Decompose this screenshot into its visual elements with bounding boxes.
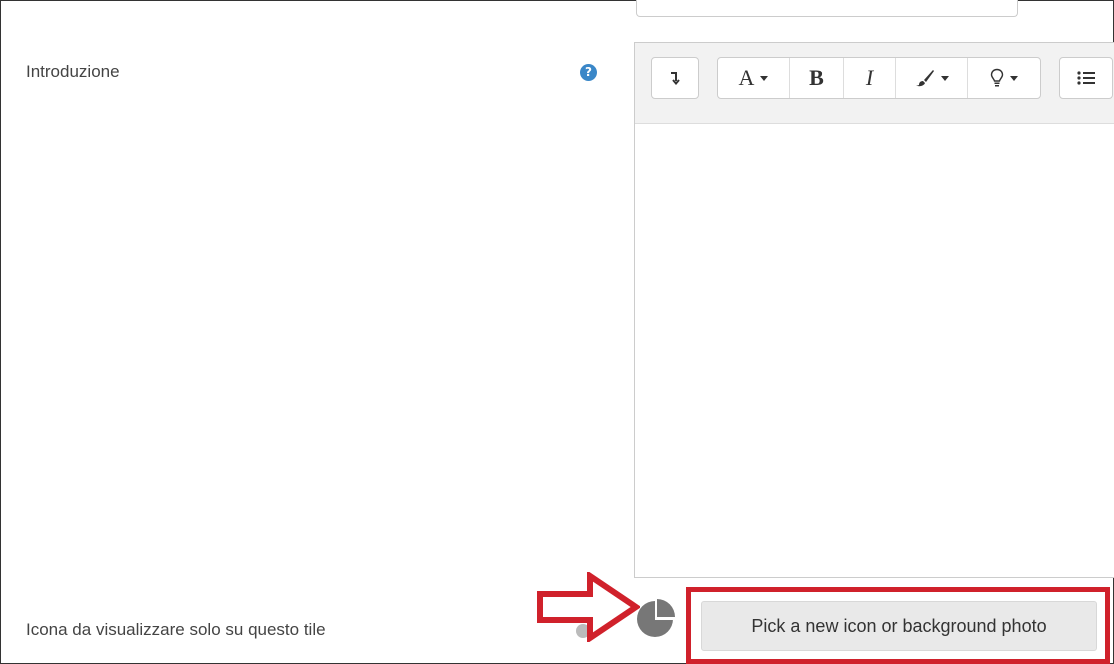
- editor-content-area[interactable]: [635, 124, 1114, 577]
- expand-toolbar-icon: [671, 72, 680, 85]
- pick-icon-highlight: Pick a new icon or background photo: [686, 587, 1110, 664]
- toolbar-group-format: A B I: [717, 57, 1041, 99]
- bold-button[interactable]: B: [790, 58, 844, 98]
- font-style-button[interactable]: A: [718, 58, 790, 98]
- lightbulb-icon: [990, 68, 1004, 87]
- toolbar-group-expand: [651, 57, 699, 99]
- unordered-list-icon: [1077, 71, 1095, 85]
- chevron-down-icon: [940, 75, 949, 81]
- intro-editor[interactable]: A B I: [634, 42, 1114, 578]
- italic-glyph: I: [865, 65, 874, 90]
- pick-icon-button[interactable]: Pick a new icon or background photo: [701, 601, 1097, 651]
- previous-field-input[interactable]: [636, 0, 1018, 17]
- editor-toolbar: A B I: [635, 43, 1114, 124]
- introduzione-label: Introduzione: [26, 62, 120, 81]
- help-icon[interactable]: ?: [580, 64, 597, 81]
- pie-chart-icon: [637, 599, 675, 637]
- lightbulb-button[interactable]: [968, 58, 1040, 98]
- icon-field-label: Icona da visualizzare solo su questo til…: [26, 620, 326, 639]
- paintbrush-icon: [915, 70, 934, 87]
- bold-glyph: B: [809, 65, 824, 90]
- expand-toolbar-button[interactable]: [652, 58, 698, 98]
- italic-button[interactable]: I: [844, 58, 896, 98]
- chevron-down-icon: [1010, 75, 1018, 81]
- unordered-list-button[interactable]: [1060, 58, 1112, 98]
- chevron-down-icon: [760, 75, 769, 81]
- font-style-glyph: A: [738, 65, 755, 90]
- red-arrow-annotation: [537, 572, 640, 642]
- toolbar-group-list: [1059, 57, 1113, 99]
- text-color-button[interactable]: [896, 58, 968, 98]
